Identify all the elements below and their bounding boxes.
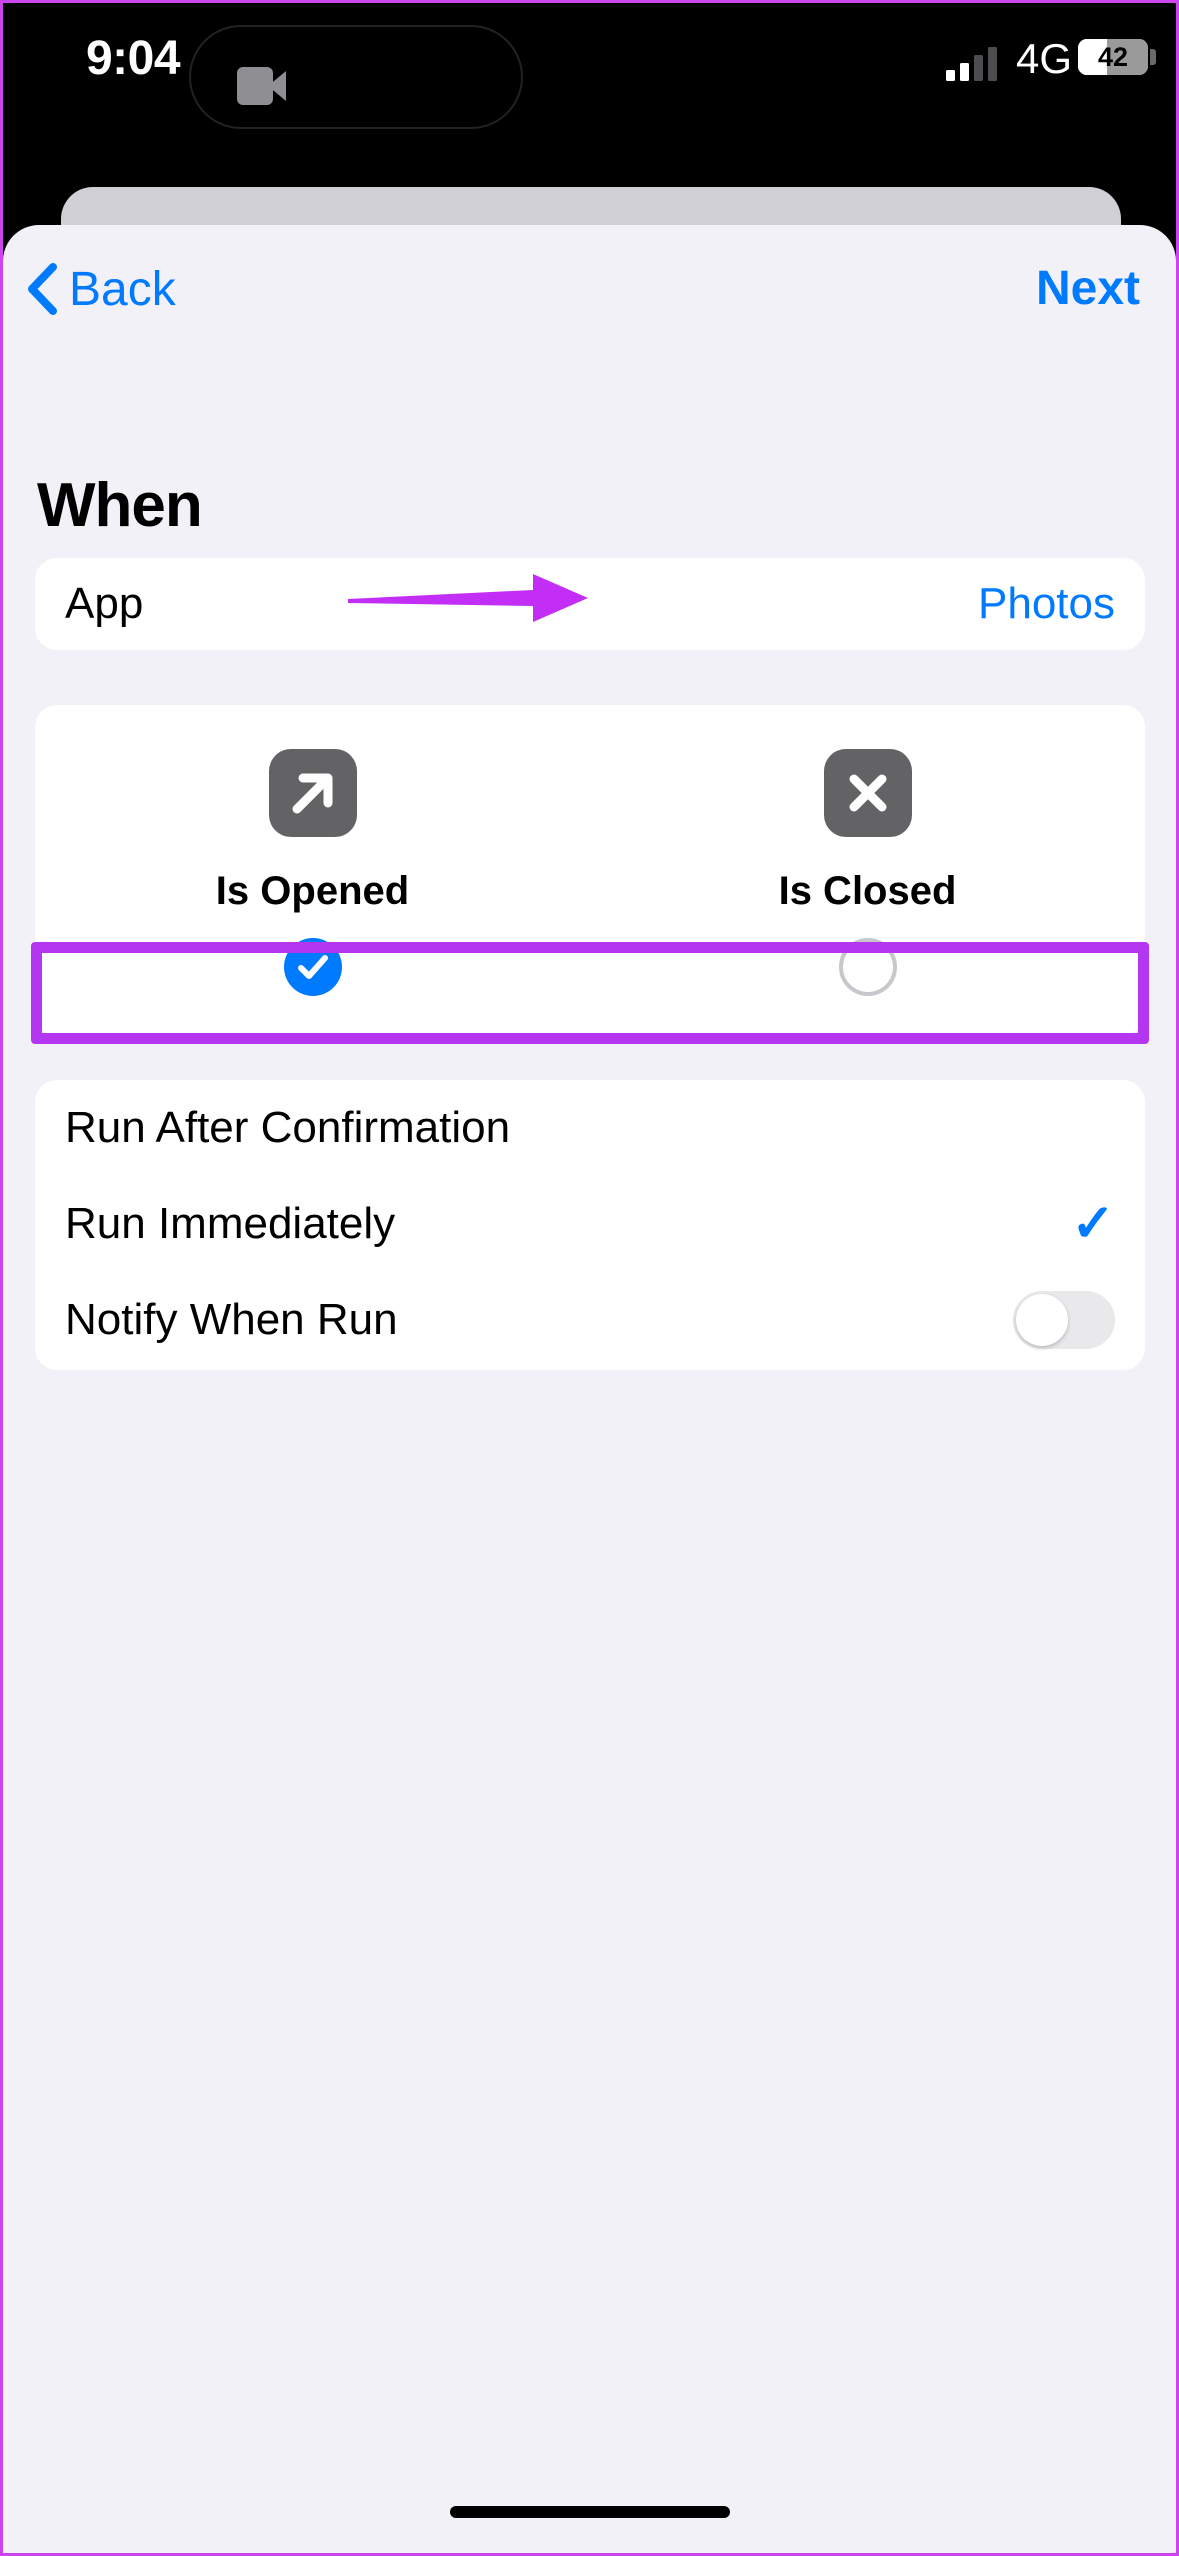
cellular-signal-icon — [946, 45, 1004, 81]
notify-when-run-toggle[interactable] — [1013, 1291, 1115, 1349]
trigger-option-label: Is Opened — [215, 869, 410, 913]
toggle-knob — [1016, 1294, 1068, 1346]
trigger-option-is-closed[interactable]: Is Closed — [590, 705, 1145, 1035]
dynamic-island — [189, 25, 523, 129]
battery-level-label: 42 — [1097, 41, 1129, 72]
trigger-choice-card: Is Opened Is Closed — [35, 705, 1145, 1035]
battery-nub-icon — [1150, 49, 1156, 65]
radio-unselected-is-closed[interactable] — [838, 938, 897, 996]
video-camera-icon — [237, 67, 289, 105]
trigger-option-is-opened[interactable]: Is Opened — [35, 705, 590, 1035]
home-indicator — [449, 2506, 730, 2518]
app-row-label: App — [65, 579, 144, 628]
run-option-label: Run After Confirmation — [65, 1103, 511, 1152]
chevron-left-icon — [25, 261, 59, 317]
run-option-label: Notify When Run — [65, 1295, 398, 1344]
automation-sheet: Back Next When App Photos Is Opened Is C… — [3, 225, 1176, 2553]
page-title: When — [37, 471, 203, 540]
trigger-option-label: Is Closed — [778, 869, 957, 913]
status-bar: 9:04 4G 42 — [3, 3, 1176, 129]
network-type-label: 4G — [1015, 35, 1072, 82]
app-row[interactable]: App Photos — [35, 558, 1145, 650]
checkmark-icon: ✓ — [1071, 1195, 1115, 1253]
back-button[interactable]: Back — [25, 261, 176, 317]
arrow-up-right-icon — [268, 749, 357, 837]
run-option-row-immediately[interactable]: Run Immediately ✓ — [35, 1176, 1145, 1272]
back-button-label: Back — [69, 262, 176, 316]
run-options-card: Run After Confirmation Run Immediately ✓… — [35, 1080, 1145, 1370]
run-option-row-notify[interactable]: Notify When Run — [35, 1272, 1145, 1368]
app-row-value[interactable]: Photos — [978, 579, 1115, 629]
phone-screen: 9:04 4G 42 Back Next When App Photos Is … — [0, 0, 1179, 2556]
app-selection-card[interactable]: App Photos — [35, 558, 1145, 650]
run-option-row-confirmation[interactable]: Run After Confirmation — [35, 1080, 1145, 1176]
battery-icon: 42 — [1078, 39, 1148, 75]
navigation-bar: Back Next — [3, 225, 1176, 355]
close-x-icon — [823, 749, 912, 837]
status-bar-clock: 9:04 — [85, 32, 181, 85]
next-button[interactable]: Next — [1036, 261, 1140, 316]
radio-selected-is-opened[interactable] — [283, 938, 342, 996]
run-option-label: Run Immediately — [65, 1199, 396, 1248]
